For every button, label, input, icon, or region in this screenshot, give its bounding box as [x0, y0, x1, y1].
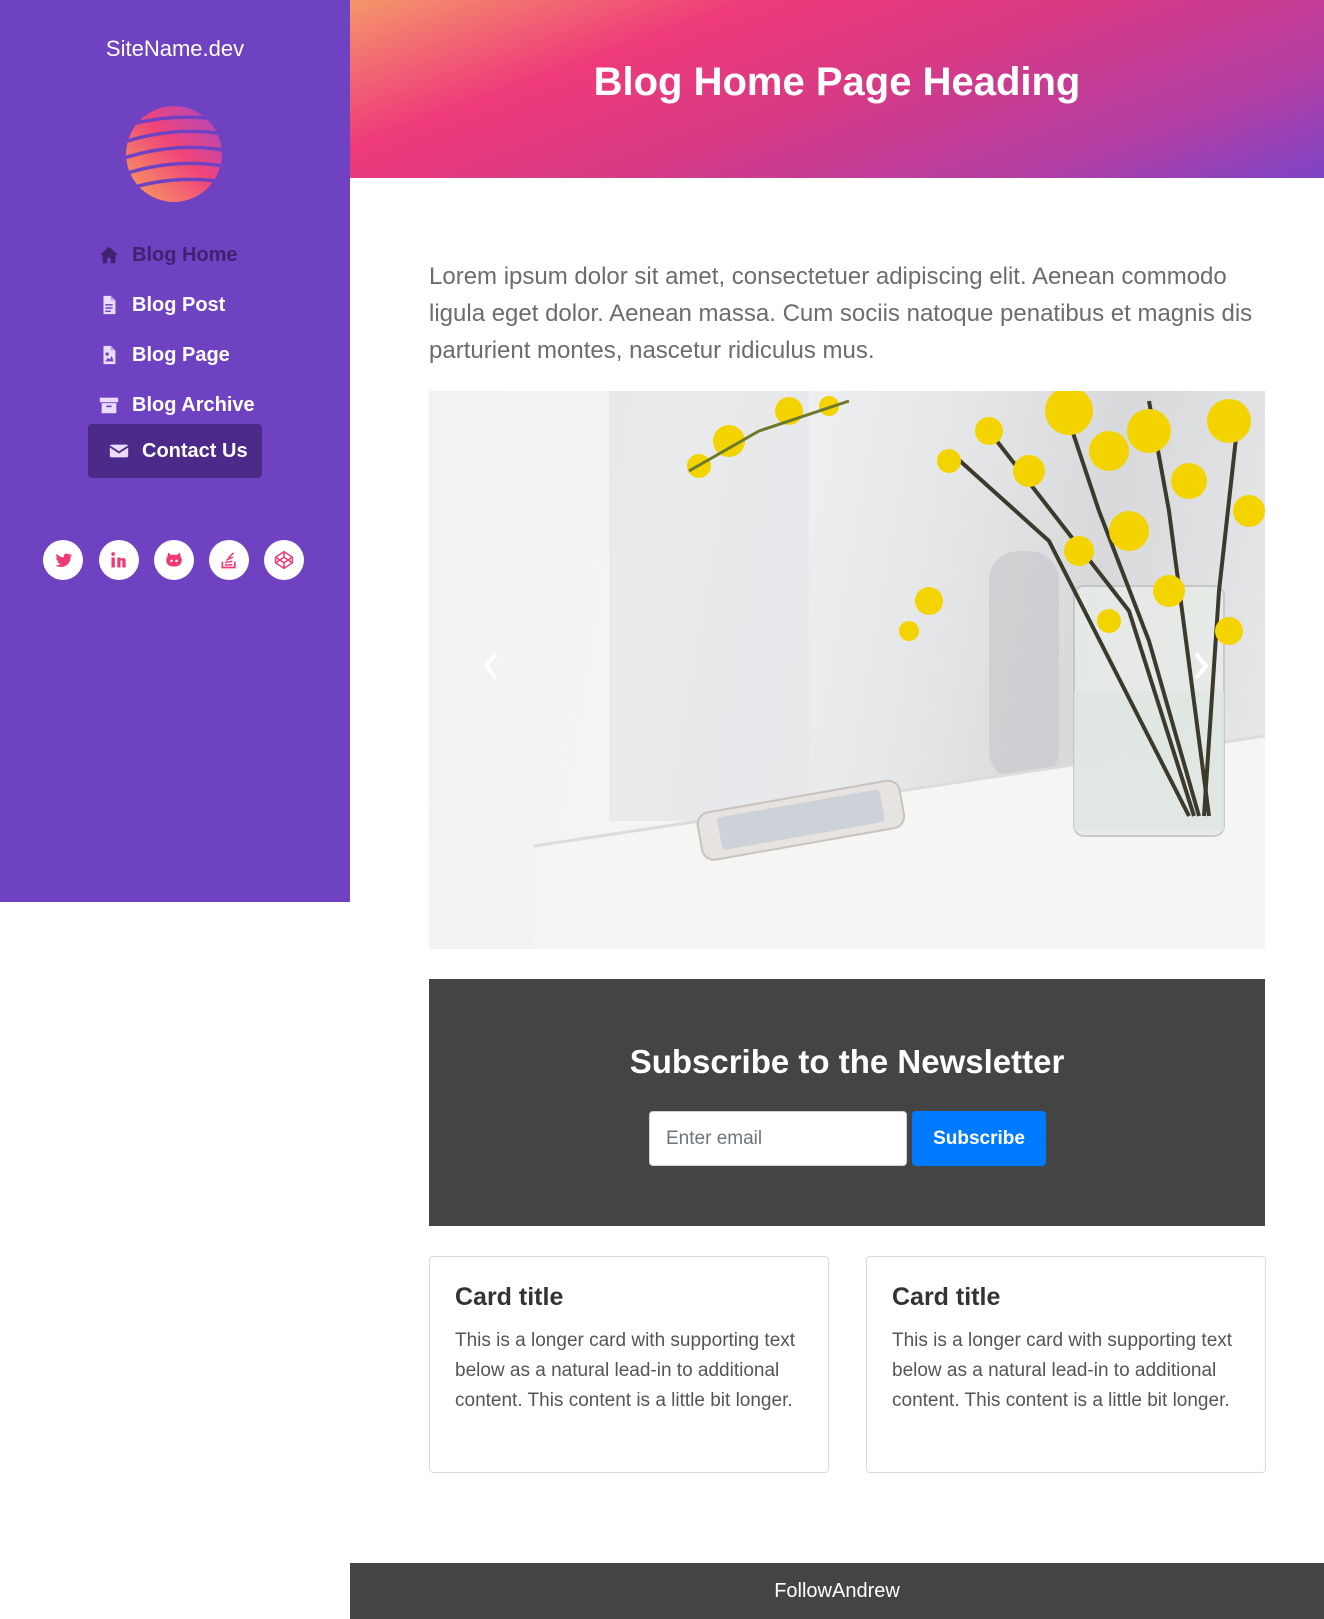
card-title: Card title — [892, 1283, 1001, 1311]
file-image-icon — [98, 344, 120, 366]
email-input[interactable] — [649, 1111, 907, 1166]
twitter-icon — [55, 553, 73, 567]
page-header: Blog Home Page Heading — [350, 0, 1324, 178]
site-name[interactable]: SiteName.dev — [0, 36, 350, 62]
globe-logo-icon[interactable] — [124, 104, 224, 204]
newsletter-heading: Subscribe to the Newsletter — [629, 1043, 1065, 1080]
sidebar-item-blog-page[interactable]: Blog Page — [88, 330, 230, 380]
carousel-next-button[interactable] — [1181, 646, 1221, 686]
card: Card title This is a longer card with su… — [866, 1256, 1266, 1473]
social-links — [0, 540, 350, 582]
linkedin-link[interactable] — [99, 540, 139, 580]
envelope-icon — [108, 440, 130, 462]
page-title: Blog Home Page Heading — [593, 60, 1081, 104]
card-text: This is a longer card with supporting te… — [892, 1330, 1233, 1411]
sidebar-item-contact-us[interactable]: Contact Us — [88, 424, 262, 478]
card-title: Card title — [455, 1283, 564, 1311]
footer: FollowAndrew — [350, 1563, 1324, 1619]
file-icon — [98, 294, 120, 316]
sidebar-item-blog-archive[interactable]: Blog Archive — [88, 380, 255, 430]
chevron-left-icon — [484, 653, 497, 679]
sidebar-item-blog-post[interactable]: Blog Post — [88, 280, 225, 330]
image-carousel[interactable] — [429, 391, 1265, 949]
sidebar-item-label: Blog Archive — [132, 393, 255, 416]
stackoverflow-icon — [221, 552, 236, 569]
linkedin-icon — [111, 552, 126, 568]
carousel-prev-button[interactable] — [471, 646, 511, 686]
carousel-image — [429, 391, 1265, 949]
github-link[interactable] — [154, 540, 194, 580]
sidebar: SiteName.dev Blog Home Blog Post Blog Pa… — [0, 0, 350, 902]
card-text: This is a longer card with supporting te… — [455, 1330, 796, 1411]
codepen-icon — [274, 550, 294, 570]
home-icon — [98, 244, 120, 266]
codepen-link[interactable] — [264, 540, 304, 580]
chevron-right-icon — [1195, 653, 1208, 679]
subscribe-button[interactable]: Subscribe — [912, 1111, 1046, 1166]
archive-icon — [98, 394, 120, 416]
sidebar-item-blog-home[interactable]: Blog Home — [88, 230, 238, 280]
card: Card title This is a longer card with su… — [429, 1256, 829, 1473]
twitter-link[interactable] — [43, 540, 83, 580]
sidebar-item-label: Blog Post — [132, 293, 226, 316]
sidebar-item-label: Blog Home — [132, 243, 238, 266]
newsletter-section: Subscribe to the Newsletter Subscribe — [429, 979, 1265, 1226]
sidebar-item-label: Contact Us — [142, 439, 248, 462]
stackoverflow-link[interactable] — [209, 540, 249, 580]
footer-text[interactable]: FollowAndrew — [774, 1580, 900, 1603]
intro-paragraph: Lorem ipsum dolor sit amet, consectetuer… — [429, 263, 1253, 364]
github-icon — [166, 552, 182, 567]
sidebar-item-label: Blog Page — [132, 343, 230, 366]
